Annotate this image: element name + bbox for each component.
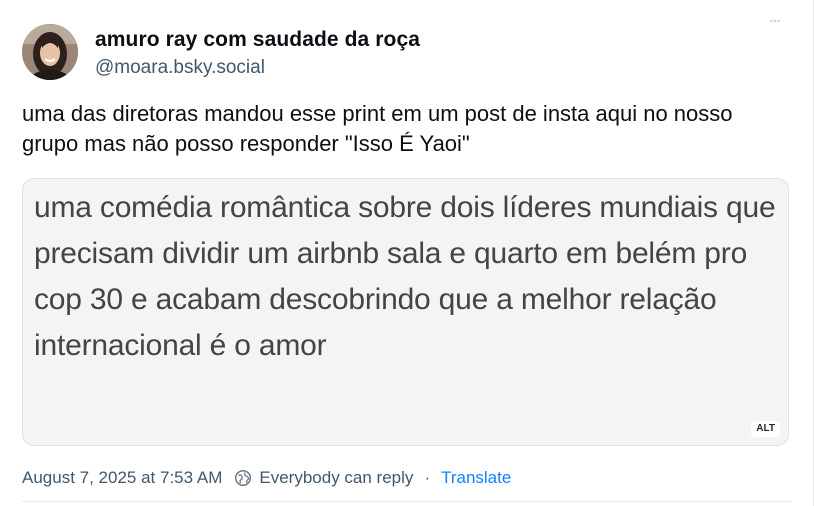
earth-reply-icon xyxy=(234,469,252,487)
divider xyxy=(22,501,792,502)
avatar-image xyxy=(22,24,78,80)
embedded-image[interactable]: uma comédia romântica sobre dois líderes… xyxy=(22,178,789,446)
author-display-name[interactable]: amuro ray com saudade da roça xyxy=(95,28,420,52)
author-handle[interactable]: @moara.bsky.social xyxy=(95,57,265,79)
footer-separator: · xyxy=(424,468,431,487)
embedded-image-text: uma comédia romântica sobre dois líderes… xyxy=(34,191,776,362)
post-timestamp: August 7, 2025 at 7:53 AM xyxy=(22,468,223,487)
translate-link[interactable]: Translate xyxy=(441,468,511,488)
more-dots-icon[interactable] xyxy=(770,18,780,24)
alt-badge[interactable]: ALT xyxy=(751,421,780,437)
post-card: amuro ray com saudade da roça @moara.bsk… xyxy=(0,0,814,506)
reply-setting-label[interactable]: Everybody can reply xyxy=(259,468,413,488)
avatar[interactable] xyxy=(22,24,78,80)
post-footer: August 7, 2025 at 7:53 AM Everybody can … xyxy=(22,466,511,490)
post-text: uma das diretoras mandou esse print em u… xyxy=(22,101,733,156)
